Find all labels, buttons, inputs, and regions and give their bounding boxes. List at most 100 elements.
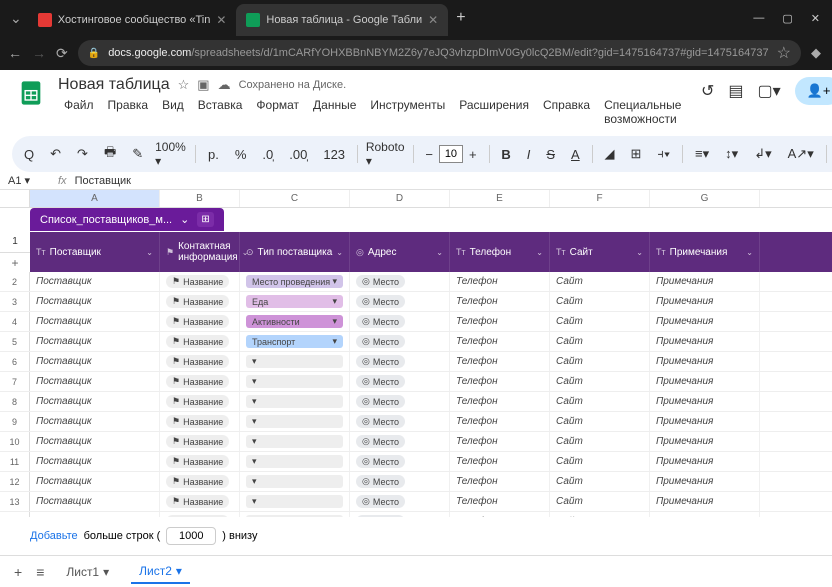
menu-edit[interactable]: Правка bbox=[102, 96, 155, 128]
cell[interactable]: ⚑Название bbox=[160, 392, 240, 411]
cell[interactable]: Сайт bbox=[550, 332, 650, 351]
close-icon[interactable]: ✕ bbox=[216, 13, 226, 27]
undo-icon[interactable]: ↶ bbox=[46, 144, 65, 164]
cell[interactable]: Примечания bbox=[650, 372, 760, 391]
cell[interactable]: ◎Место bbox=[350, 432, 450, 451]
add-sheet-button[interactable]: + bbox=[14, 564, 22, 580]
menu-view[interactable]: Вид bbox=[156, 96, 190, 128]
sheet-tab-active[interactable]: Лист2▾ bbox=[131, 560, 190, 584]
row-header[interactable]: 3 bbox=[0, 292, 30, 311]
col-header[interactable]: D bbox=[350, 190, 450, 207]
cell[interactable]: Сайт bbox=[550, 292, 650, 311]
browser-tab[interactable]: Хостинговое сообщество «Tin ✕ bbox=[28, 4, 237, 36]
cell[interactable]: Примечания bbox=[650, 452, 760, 471]
decimal-inc-icon[interactable]: .00̩ bbox=[285, 145, 311, 164]
paint-format-icon[interactable]: ✎ bbox=[128, 144, 147, 164]
cell[interactable]: ▾ bbox=[240, 352, 350, 371]
cell[interactable]: Сайт bbox=[550, 392, 650, 411]
cell[interactable]: Примечания bbox=[650, 472, 760, 491]
cell[interactable]: Поставщик bbox=[30, 272, 160, 291]
cell[interactable]: Телефон bbox=[450, 352, 550, 371]
share-button[interactable]: 👤+ bbox=[795, 77, 832, 105]
cell[interactable]: ⚑Название bbox=[160, 472, 240, 491]
col-header[interactable]: E bbox=[450, 190, 550, 207]
tab-dropdown-icon[interactable]: ⌄ bbox=[10, 10, 22, 27]
menu-data[interactable]: Данные bbox=[307, 96, 362, 128]
col-header[interactable]: F bbox=[550, 190, 650, 207]
reload-icon[interactable]: ⟳ bbox=[56, 45, 68, 62]
cell[interactable]: ▾ bbox=[240, 372, 350, 391]
cell[interactable]: Примечания bbox=[650, 492, 760, 511]
text-color-button[interactable]: A bbox=[567, 145, 584, 164]
row-header[interactable]: 11 bbox=[0, 452, 30, 471]
cell[interactable]: Сайт bbox=[550, 312, 650, 331]
close-icon[interactable]: ✕ bbox=[428, 13, 438, 27]
cell[interactable]: Примечания bbox=[650, 392, 760, 411]
cell[interactable]: Поставщик bbox=[30, 512, 160, 517]
cell[interactable]: ◎Место bbox=[350, 372, 450, 391]
print-icon[interactable]: 🖶 bbox=[100, 141, 120, 167]
cell[interactable]: Сайт bbox=[550, 352, 650, 371]
row-header[interactable]: 4 bbox=[0, 312, 30, 331]
header-cell[interactable]: TтСайт⌄ bbox=[550, 232, 650, 272]
table-chip[interactable]: Список_поставщиков_м... ⌄ ⊞ bbox=[30, 208, 224, 231]
new-tab-button[interactable]: + bbox=[456, 9, 465, 27]
row-header[interactable]: 10 bbox=[0, 432, 30, 451]
cell[interactable]: Телефон bbox=[450, 392, 550, 411]
cell[interactable]: ◎Место bbox=[350, 312, 450, 331]
borders-button[interactable]: ⊞ bbox=[626, 144, 645, 164]
merge-button[interactable]: ⫞▾ bbox=[653, 144, 674, 164]
select-all-corner[interactable] bbox=[0, 190, 30, 207]
history-icon[interactable]: ↺ bbox=[701, 81, 714, 101]
sheets-logo-icon[interactable] bbox=[14, 76, 48, 110]
cell[interactable]: ⚑Название bbox=[160, 452, 240, 471]
header-cell[interactable]: TтПоставщик⌄ bbox=[30, 232, 160, 272]
italic-button[interactable]: I bbox=[523, 145, 535, 164]
row-header[interactable]: 14 bbox=[0, 512, 30, 517]
cell[interactable]: Поставщик bbox=[30, 392, 160, 411]
cell[interactable]: ⚑Название bbox=[160, 292, 240, 311]
cell[interactable]: ◎Место bbox=[350, 512, 450, 517]
row-header[interactable]: 13 bbox=[0, 492, 30, 511]
font-select[interactable]: Roboto ▾ bbox=[366, 140, 405, 168]
expand-icon[interactable]: ⊞ bbox=[197, 212, 213, 227]
cell[interactable]: Примечания bbox=[650, 312, 760, 331]
cell[interactable]: Еда▾ bbox=[240, 292, 350, 311]
col-header[interactable]: C bbox=[240, 190, 350, 207]
cell[interactable]: Сайт bbox=[550, 452, 650, 471]
cell[interactable]: Телефон bbox=[450, 492, 550, 511]
cell[interactable]: ▾ bbox=[240, 492, 350, 511]
valign-button[interactable]: ↕▾ bbox=[721, 144, 742, 164]
col-header[interactable]: G bbox=[650, 190, 760, 207]
font-size-dec[interactable]: − bbox=[421, 145, 437, 164]
all-sheets-button[interactable]: ≡ bbox=[36, 564, 44, 580]
back-icon[interactable]: ← bbox=[8, 45, 22, 61]
meet-icon[interactable]: ▢▾ bbox=[758, 81, 781, 101]
row-header[interactable]: 1 bbox=[0, 232, 30, 253]
cell[interactable]: Сайт bbox=[550, 472, 650, 491]
doc-title[interactable]: Новая таблица bbox=[58, 76, 170, 94]
cell[interactable]: Активности▾ bbox=[240, 312, 350, 331]
cell[interactable]: Сайт bbox=[550, 492, 650, 511]
col-header[interactable]: A bbox=[30, 190, 160, 207]
menu-accessibility[interactable]: Специальные возможности bbox=[598, 96, 691, 128]
header-cell[interactable]: TтПримечания⌄ bbox=[650, 232, 760, 272]
search-menu-icon[interactable]: Q bbox=[20, 145, 38, 164]
url-input[interactable]: 🔒 docs.google.com/spreadsheets/d/1mCARfY… bbox=[78, 40, 801, 66]
font-size-input[interactable] bbox=[439, 145, 463, 163]
menu-help[interactable]: Справка bbox=[537, 96, 596, 128]
cell[interactable]: Примечания bbox=[650, 352, 760, 371]
cell[interactable]: Телефон bbox=[450, 332, 550, 351]
cell[interactable]: Примечания bbox=[650, 292, 760, 311]
col-header[interactable]: B bbox=[160, 190, 240, 207]
forward-icon[interactable]: → bbox=[32, 45, 46, 61]
cell[interactable]: Поставщик bbox=[30, 292, 160, 311]
cell[interactable]: ⚑Название bbox=[160, 512, 240, 517]
strike-button[interactable]: S bbox=[542, 145, 559, 164]
cell[interactable]: Поставщик bbox=[30, 492, 160, 511]
font-size-inc[interactable]: + bbox=[465, 145, 481, 164]
cell[interactable]: ⚑Название bbox=[160, 312, 240, 331]
add-rows-link[interactable]: Добавьте bbox=[30, 530, 78, 542]
browser-tab-active[interactable]: Новая таблица - Google Табли ✕ bbox=[236, 4, 448, 36]
cell[interactable]: ◎Место bbox=[350, 492, 450, 511]
